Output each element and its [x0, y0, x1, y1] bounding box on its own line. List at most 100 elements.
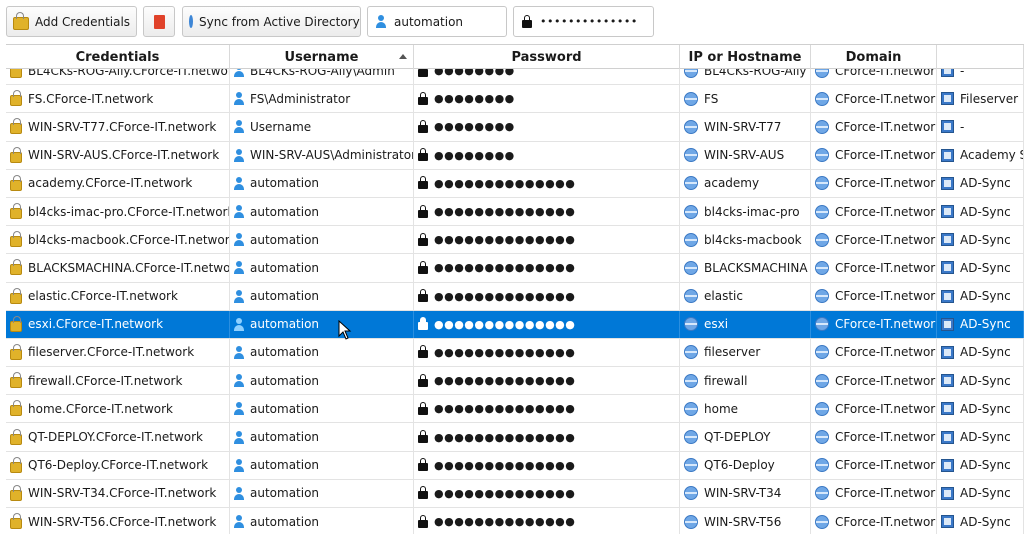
cell-username[interactable]: automation [230, 338, 414, 367]
cell-username[interactable]: FS\Administrator [230, 85, 414, 113]
cell-description[interactable]: AD-Sync [937, 395, 1024, 423]
cell-username[interactable]: automation [230, 197, 414, 226]
cell-password[interactable]: ●●●●●●●●●●●●●● [414, 508, 680, 534]
cell-credentials[interactable]: bl4cks-macbook.CForce-IT.network [6, 226, 230, 254]
cell-password[interactable]: ●●●●●●●●●●●●●● [414, 479, 680, 507]
cell-password[interactable]: ●●●●●●●●●●●●●● [414, 197, 680, 226]
cell-username[interactable]: automation [230, 310, 414, 338]
cell-credentials[interactable]: WIN-SRV-T77.CForce-IT.network [6, 113, 230, 141]
table-row[interactable]: WIN-SRV-AUS.CForce-IT.network WIN-SRV-AUS… [6, 141, 1024, 170]
cell-username[interactable]: automation [230, 367, 414, 395]
cell-description[interactable]: - [937, 113, 1024, 141]
cell-username[interactable]: automation [230, 451, 414, 479]
column-header-password[interactable]: Password [414, 45, 680, 69]
cell-credentials[interactable]: WIN-SRV-T34.CForce-IT.network [6, 479, 230, 507]
column-header-description[interactable] [937, 45, 1024, 69]
cell-host[interactable]: academy [680, 169, 811, 197]
table-row[interactable]: bl4cks-macbook.CForce-IT.network automati… [6, 226, 1024, 255]
table-row[interactable]: BLACKSMACHINA.CForce-IT.network automatio… [6, 254, 1024, 283]
cell-host[interactable]: WIN-SRV-T77 [680, 113, 811, 141]
cell-domain[interactable]: CForce-IT.network [811, 367, 937, 395]
cell-username[interactable]: automation [230, 254, 414, 282]
cell-credentials[interactable]: elastic.CForce-IT.network [6, 282, 230, 310]
cell-description[interactable]: AD-Sync [937, 423, 1024, 451]
cell-description[interactable]: AD-Sync [937, 451, 1024, 479]
cell-description[interactable]: Fileserver [937, 85, 1024, 113]
cell-host[interactable]: WIN-SRV-AUS [680, 141, 811, 169]
cell-description[interactable]: AD-Sync [937, 338, 1024, 367]
column-header-username[interactable]: Username [230, 45, 414, 69]
cell-credentials[interactable]: bl4cks-imac-pro.CForce-IT.network [6, 197, 230, 226]
table-row[interactable]: home.CForce-IT.network automation ●●●●●●●●… [6, 395, 1024, 424]
cell-description[interactable]: AD-Sync [937, 508, 1024, 534]
cell-credentials[interactable]: academy.CForce-IT.network [6, 169, 230, 197]
cell-host[interactable]: firewall [680, 367, 811, 395]
cell-host[interactable]: bl4cks-imac-pro [680, 197, 811, 226]
cell-domain[interactable]: CForce-IT.network [811, 197, 937, 226]
cell-host[interactable]: WIN-SRV-T56 [680, 508, 811, 534]
cell-credentials[interactable]: esxi.CForce-IT.network [6, 310, 230, 338]
cell-password[interactable]: ●●●●●●●●●●●●●● [414, 282, 680, 310]
cell-password[interactable]: ●●●●●●●●●●●●●● [414, 395, 680, 423]
cell-password[interactable]: ●●●●●●●●●●●●●● [414, 367, 680, 395]
cell-domain[interactable]: CForce-IT.network [811, 141, 937, 169]
cell-description[interactable]: AD-Sync [937, 367, 1024, 395]
cell-password[interactable]: ●●●●●●●●●●●●●● [414, 310, 680, 338]
cell-domain[interactable]: CForce-IT.network [811, 479, 937, 507]
cell-description[interactable]: AD-Sync [937, 479, 1024, 507]
sync-ad-button[interactable]: Sync from Active Directory [182, 6, 361, 37]
cell-credentials[interactable]: BLACKSMACHINA.CForce-IT.network [6, 254, 230, 282]
add-credentials-button[interactable]: Add Credentials [6, 6, 137, 37]
table-row[interactable]: fileserver.CForce-IT.network automation ●●… [6, 338, 1024, 368]
table-row[interactable]: WIN-SRV-T56.CForce-IT.network automation ●… [6, 508, 1024, 534]
cell-host[interactable]: BLACKSMACHINA [680, 254, 811, 282]
cell-domain[interactable]: CForce-IT.network [811, 85, 937, 113]
cell-description[interactable]: Academy Se [937, 141, 1024, 169]
cell-credentials[interactable]: fileserver.CForce-IT.network [6, 338, 230, 367]
table-row[interactable]: academy.CForce-IT.network automation ●●●●●… [6, 169, 1024, 198]
cell-domain[interactable]: CForce-IT.network [811, 423, 937, 451]
cell-domain[interactable]: CForce-IT.network [811, 310, 937, 338]
cell-username[interactable]: automation [230, 282, 414, 310]
cell-domain[interactable]: CForce-IT.network [811, 282, 937, 310]
cell-password[interactable]: ●●●●●●●● [414, 141, 680, 169]
table-row[interactable]: elastic.CForce-IT.network automation ●●●●●… [6, 282, 1024, 311]
cell-username[interactable]: automation [230, 508, 414, 534]
cell-domain[interactable]: CForce-IT.network [811, 254, 937, 282]
cell-host[interactable]: fileserver [680, 338, 811, 367]
column-header-domain[interactable]: Domain [811, 45, 937, 69]
cell-host[interactable]: WIN-SRV-T34 [680, 479, 811, 507]
cell-password[interactable]: ●●●●●●●●●●●●●● [414, 451, 680, 479]
cell-description[interactable]: AD-Sync [937, 254, 1024, 282]
cell-host[interactable]: FS [680, 85, 811, 113]
cell-credentials[interactable]: QT-DEPLOY.CForce-IT.network [6, 423, 230, 451]
cell-host[interactable]: home [680, 395, 811, 423]
column-header-host[interactable]: IP or Hostname [680, 45, 811, 69]
cell-host[interactable]: esxi [680, 310, 811, 338]
cell-password[interactable]: ●●●●●●●●●●●●●● [414, 169, 680, 197]
cell-credentials[interactable]: firewall.CForce-IT.network [6, 367, 230, 395]
cell-username[interactable]: Username [230, 113, 414, 141]
cell-password[interactable]: ●●●●●●●●●●●●●● [414, 338, 680, 367]
cell-description[interactable]: AD-Sync [937, 226, 1024, 254]
cell-domain[interactable]: CForce-IT.network [811, 451, 937, 479]
table-row[interactable]: QT6-Deploy.CForce-IT.network automation ●●… [6, 451, 1024, 480]
cell-description[interactable]: AD-Sync [937, 310, 1024, 338]
delete-button[interactable] [143, 6, 175, 37]
cell-host[interactable]: bl4cks-macbook [680, 226, 811, 254]
cell-credentials[interactable]: WIN-SRV-T56.CForce-IT.network [6, 508, 230, 534]
cell-username[interactable]: WIN-SRV-AUS\Administrator [230, 141, 414, 169]
cell-description[interactable]: AD-Sync [937, 282, 1024, 310]
cell-password[interactable]: ●●●●●●●●●●●●●● [414, 423, 680, 451]
table-row[interactable]: QT-DEPLOY.CForce-IT.network automation ●●●… [6, 423, 1024, 452]
cell-host[interactable]: QT-DEPLOY [680, 423, 811, 451]
cell-host[interactable]: QT6-Deploy [680, 451, 811, 479]
cell-description[interactable]: AD-Sync [937, 169, 1024, 197]
cell-credentials[interactable]: FS.CForce-IT.network [6, 85, 230, 113]
column-header-credentials[interactable]: Credentials [6, 45, 230, 69]
cell-username[interactable]: automation [230, 479, 414, 507]
table-row[interactable]: WIN-SRV-T77.CForce-IT.network Username ●●●… [6, 113, 1024, 142]
cell-domain[interactable]: CForce-IT.network [811, 113, 937, 141]
cell-description[interactable]: AD-Sync [937, 197, 1024, 226]
cell-username[interactable]: automation [230, 226, 414, 254]
